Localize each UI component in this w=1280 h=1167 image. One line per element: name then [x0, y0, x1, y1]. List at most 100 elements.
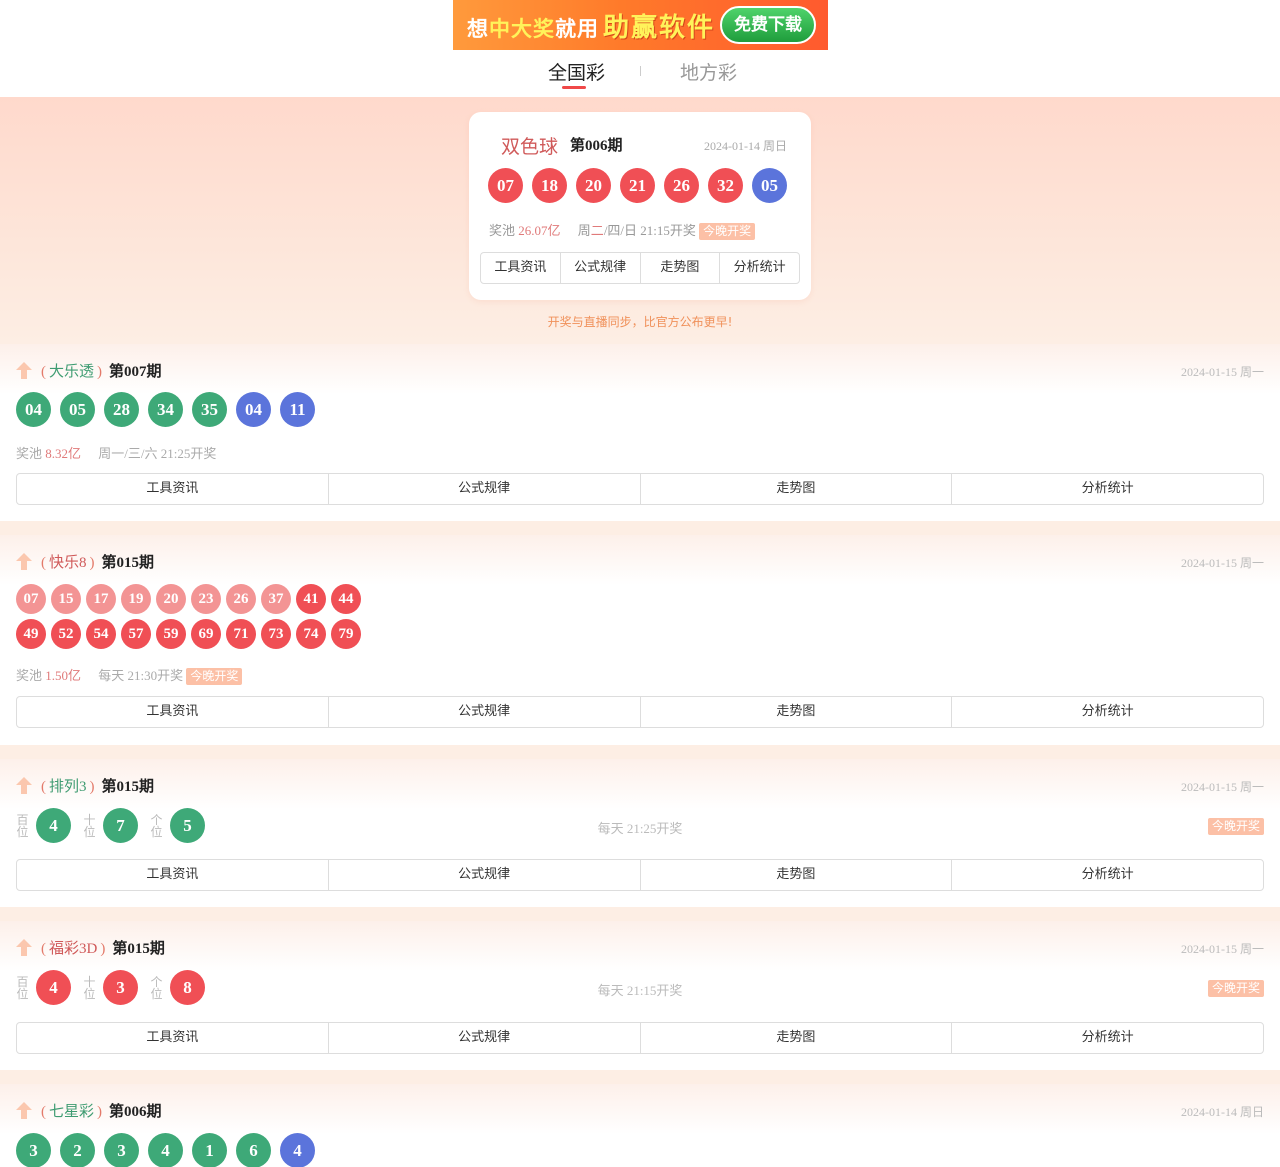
- winning-numbers-row-1: 07 15 17 19 20 23 26 37 41 44: [16, 584, 361, 614]
- winning-numbers: 07 18 20 21 26 32 05: [488, 168, 787, 203]
- lottery-ball: 15: [51, 584, 81, 614]
- lottery-ball: 3: [104, 1133, 139, 1167]
- lottery-ball: 21: [620, 168, 655, 203]
- lottery-ball: 28: [104, 392, 139, 427]
- lottery-ball: 35: [192, 392, 227, 427]
- lottery-ball: 26: [664, 168, 699, 203]
- draw-date: 2024-01-14 周日: [1181, 1105, 1264, 1119]
- link-stats[interactable]: 分析统计: [952, 860, 1263, 890]
- dlt-section: (大乐透) 第007期 2024-01-15 周一 04 05 28 34 35 04 11 …: [0, 344, 1280, 521]
- section-title[interactable]: (排列3) 第015期: [38, 775, 154, 796]
- lottery-ball: 49: [16, 619, 46, 649]
- issue-number: 第007期: [109, 364, 162, 380]
- link-stats[interactable]: 分析统计: [952, 474, 1263, 504]
- link-tools[interactable]: 工具资讯: [481, 253, 561, 283]
- lottery-ball: 52: [51, 619, 81, 649]
- lottery-ball: 07: [16, 584, 46, 614]
- link-tools[interactable]: 工具资讯: [17, 860, 329, 890]
- section-title[interactable]: (快乐8) 第015期: [38, 551, 154, 572]
- link-formula[interactable]: 公式规律: [329, 697, 641, 727]
- lottery-ball: 04: [236, 392, 271, 427]
- link-stats[interactable]: 分析统计: [952, 1023, 1263, 1053]
- lottery-ball: 69: [191, 619, 221, 649]
- up-arrow-icon: [16, 362, 32, 379]
- kl8-links: 工具资讯 公式规律 走势图 分析统计: [16, 696, 1264, 728]
- up-arrow-icon: [16, 939, 32, 956]
- lottery-ball: 19: [121, 584, 151, 614]
- section-divider: [0, 1070, 1280, 1084]
- draw-date: 2024-01-15 周一: [1181, 780, 1264, 794]
- section-divider: [0, 907, 1280, 921]
- link-trend[interactable]: 走势图: [641, 697, 953, 727]
- pool-info: 奖池 8.32亿 周一/三/六 21:25开奖: [16, 446, 217, 461]
- link-formula[interactable]: 公式规律: [329, 1023, 641, 1053]
- lottery-ball: 11: [280, 392, 315, 427]
- lottery-ball: 23: [191, 584, 221, 614]
- ssq-card[interactable]: 双色球 第006期 2024-01-14 周日 07 18 20 21 26 32 05 奖…: [469, 112, 811, 300]
- draw-date: 2024-01-14 周日: [704, 139, 787, 153]
- issue-number: 第015期: [112, 941, 165, 957]
- lottery-ball: 1: [192, 1133, 227, 1167]
- game-name[interactable]: 排列3: [49, 779, 87, 795]
- issue-number: 第006期: [570, 138, 623, 154]
- lottery-ball: 37: [261, 584, 291, 614]
- tab-national[interactable]: 全国彩: [548, 58, 605, 85]
- dlt-links: 工具资讯 公式规律 走势图 分析统计: [16, 473, 1264, 505]
- winning-numbers: 04 05 28 34 35 04 11: [16, 392, 315, 427]
- lottery-ball: 41: [296, 584, 326, 614]
- lottery-ball: 44: [331, 584, 361, 614]
- lottery-ball: 34: [148, 392, 183, 427]
- link-stats[interactable]: 分析统计: [952, 697, 1263, 727]
- lottery-ball: 05: [60, 392, 95, 427]
- link-trend[interactable]: 走势图: [641, 474, 953, 504]
- link-tools[interactable]: 工具资讯: [17, 474, 329, 504]
- game-name[interactable]: 福彩3D: [49, 941, 97, 957]
- lottery-ball: 79: [331, 619, 361, 649]
- link-trend[interactable]: 走势图: [641, 253, 721, 283]
- banner-slogan: 想中大奖就用 助赢软件: [467, 12, 716, 43]
- game-name[interactable]: 快乐8: [49, 555, 87, 571]
- lottery-ball: 04: [16, 392, 51, 427]
- active-tab-indicator: [562, 86, 586, 89]
- ad-banner[interactable]: 想中大奖就用 助赢软件 免费下载: [453, 0, 828, 50]
- link-trend[interactable]: 走势图: [641, 860, 953, 890]
- link-formula[interactable]: 公式规律: [329, 860, 641, 890]
- section-title[interactable]: (七星彩) 第006期: [38, 1100, 162, 1121]
- link-tools[interactable]: 工具资讯: [17, 1023, 329, 1053]
- up-arrow-icon: [16, 777, 32, 794]
- draw-schedule: 每天 21:25开奖: [597, 821, 683, 836]
- link-formula[interactable]: 公式规律: [561, 253, 641, 283]
- winning-numbers: 3234164: [16, 1133, 315, 1167]
- kl8-section: (快乐8) 第015期 2024-01-15 周一 07 15 17 19 20 23 26 3…: [0, 535, 1280, 745]
- game-name[interactable]: 七星彩: [49, 1104, 94, 1120]
- link-tools[interactable]: 工具资讯: [17, 697, 329, 727]
- lottery-ball: 6: [236, 1133, 271, 1167]
- link-formula[interactable]: 公式规律: [329, 474, 641, 504]
- lottery-ball: 4: [148, 1133, 183, 1167]
- fc3d-section: (福彩3D) 第015期 2024-01-15 周一 百位 4 十位 3 个位 8 每天 2…: [0, 921, 1280, 1070]
- tab-divider: [640, 66, 641, 76]
- draw-date: 2024-01-15 周一: [1181, 942, 1264, 956]
- section-title[interactable]: (福彩3D) 第015期: [38, 937, 165, 958]
- link-stats[interactable]: 分析统计: [720, 253, 799, 283]
- lottery-ball: 59: [156, 619, 186, 649]
- game-name[interactable]: 大乐透: [49, 364, 94, 380]
- game-name[interactable]: 双色球: [501, 132, 558, 159]
- tonight-badge: 今晚开奖: [699, 223, 756, 240]
- lottery-ball: 17: [86, 584, 116, 614]
- issue-number: 第015期: [101, 779, 155, 795]
- ssq-links: 工具资讯 公式规律 走势图 分析统计: [480, 252, 800, 284]
- lottery-ball: 54: [86, 619, 116, 649]
- issue-number: 第015期: [101, 555, 155, 571]
- lottery-ball: 73: [261, 619, 291, 649]
- up-arrow-icon: [16, 553, 32, 570]
- section-title[interactable]: (大乐透) 第007期: [38, 360, 162, 381]
- link-trend[interactable]: 走势图: [641, 1023, 953, 1053]
- hero-section: 双色球 第006期 2024-01-14 周日 07 18 20 21 26 32 05 奖…: [0, 97, 1280, 344]
- section-divider: [0, 521, 1280, 535]
- lottery-ball: 20: [156, 584, 186, 614]
- free-download-button[interactable]: 免费下载: [720, 6, 816, 44]
- fc3d-links: 工具资讯 公式规律 走势图 分析统计: [16, 1022, 1264, 1054]
- tab-local[interactable]: 地方彩: [680, 58, 737, 85]
- lottery-type-tabs: 全国彩 地方彩: [0, 56, 1280, 96]
